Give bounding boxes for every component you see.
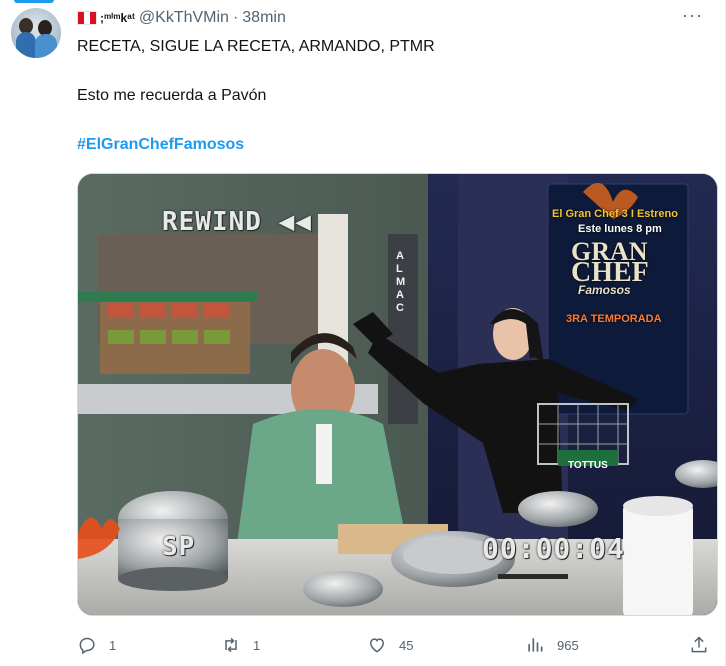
views-button[interactable]: 965 (525, 631, 579, 659)
show-logo-line3: Famosos (578, 283, 631, 297)
avatar[interactable] (11, 8, 61, 58)
shelf-sign: ALMAC (396, 250, 406, 314)
reply-button[interactable]: 1 (77, 631, 116, 659)
share-icon (691, 636, 707, 653)
retweet-button[interactable]: 1 (221, 631, 260, 659)
tweet-actions: 1 1 45 965 (77, 631, 718, 659)
tweet-media-image[interactable]: REWIND ◀◀ SP 00:00:04 El Gran Chef 3 I E… (77, 173, 718, 616)
tweet-header: ;ᵐⁱᵐkᵃᵗ @KkThVMin · 38min (77, 7, 286, 29)
vhs-timer-overlay: 00:00:04 (482, 532, 625, 565)
like-count: 45 (399, 637, 414, 653)
more-icon[interactable]: ··· (682, 6, 702, 28)
header-separator: · (232, 9, 239, 26)
tweet-timestamp[interactable]: 38min (242, 9, 286, 27)
like-button[interactable]: 45 (367, 631, 413, 659)
reply-icon (79, 637, 95, 655)
reply-count: 1 (109, 637, 117, 653)
store-sign: TOTTUS (568, 460, 608, 471)
user-handle[interactable]: @KkThVMin (139, 9, 229, 27)
views-icon (528, 638, 543, 652)
retweet-icon (225, 637, 237, 653)
like-icon (369, 638, 385, 653)
tweet-text-line: Esto me recuerda a Pavón (77, 87, 267, 104)
promo-title: El Gran Chef 3 I Estreno (552, 208, 678, 220)
display-name[interactable]: ;ᵐⁱᵐkᵃᵗ (100, 11, 135, 25)
peru-flag-icon (77, 11, 97, 25)
share-button[interactable] (689, 631, 721, 659)
tweet-text-line: RECETA, SIGUE LA RECETA, ARMANDO, PTMR (77, 38, 435, 55)
show-logo-season: 3RA TEMPORADA (566, 313, 662, 325)
hashtag-link[interactable]: #ElGranChefFamosos (77, 135, 244, 155)
promo-schedule: Este lunes 8 pm (578, 223, 662, 235)
top-accent-strip (14, 0, 54, 3)
view-count: 965 (557, 637, 579, 653)
vhs-rewind-overlay: REWIND ◀◀ (162, 207, 312, 237)
retweet-count: 1 (253, 637, 261, 653)
vhs-mode-overlay: SP (162, 532, 196, 562)
